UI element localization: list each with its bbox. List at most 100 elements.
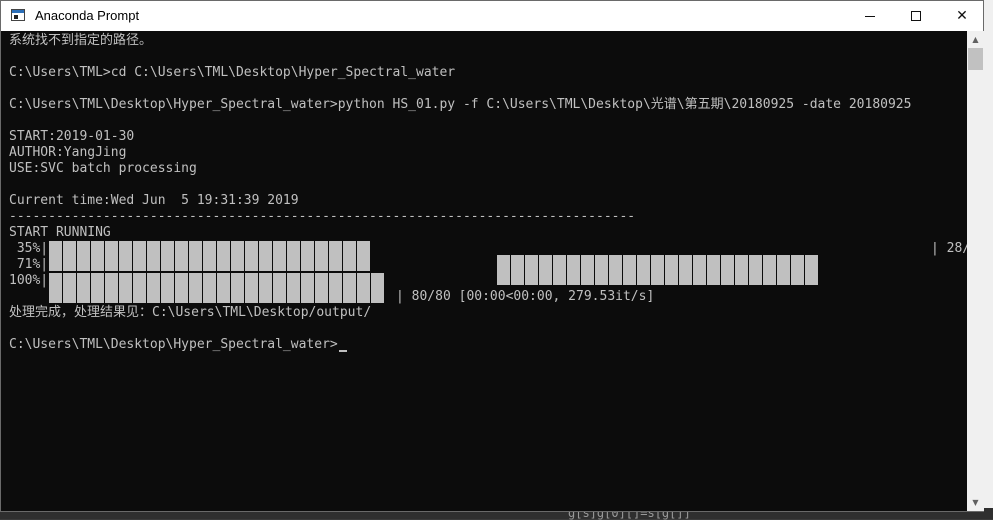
progress-count-28: | 28/ <box>931 241 967 256</box>
progress-label-100: 100%| <box>9 273 49 288</box>
progress-block <box>300 241 314 271</box>
minimize-button[interactable] <box>847 1 893 31</box>
progress-block <box>538 255 552 285</box>
console-line: START RUNNING <box>9 225 111 240</box>
progress-block <box>230 241 244 271</box>
progress-block <box>510 255 524 285</box>
console-line: Current time:Wed Jun 5 19:31:39 2019 <box>9 193 299 208</box>
console-line: USE:SVC batch processing <box>9 161 197 176</box>
progress-block <box>76 241 90 271</box>
progress-block <box>160 241 174 271</box>
progress-block <box>188 273 202 303</box>
progress-block <box>202 273 216 303</box>
console-line: 处理完成，处理结果见：C:\Users\TML\Desktop/output/ <box>9 305 372 320</box>
progress-bar-35 <box>48 241 370 271</box>
separator-line: ----------------------------------------… <box>9 209 636 224</box>
progress-block <box>776 255 790 285</box>
progress-block <box>748 255 762 285</box>
progress-block <box>692 255 706 285</box>
title-bar[interactable]: Anaconda Prompt ✕ <box>1 1 983 31</box>
console-line: 系统找不到指定的路径。 <box>9 33 153 48</box>
progress-block <box>202 241 216 271</box>
progress-block <box>356 273 370 303</box>
progress-bar-71 <box>496 255 818 285</box>
progress-block <box>62 273 76 303</box>
maximize-button[interactable] <box>893 1 939 31</box>
progress-block <box>132 273 146 303</box>
progress-label-71: 71%| <box>9 257 49 272</box>
prompt-line[interactable]: C:\Users\TML\Desktop\Hyper_Spectral_wate… <box>9 337 347 353</box>
progress-summary: | 80/80 [00:00<00:00, 279.53it/s] <box>396 289 655 304</box>
progress-block <box>678 255 692 285</box>
progress-block <box>188 241 202 271</box>
progress-block <box>314 273 328 303</box>
progress-block <box>272 273 286 303</box>
progress-block <box>286 273 300 303</box>
progress-block <box>720 255 734 285</box>
progress-block <box>804 255 818 285</box>
progress-block <box>160 273 174 303</box>
prompt-text: C:\Users\TML\Desktop\Hyper_Spectral_wate… <box>9 337 338 352</box>
progress-block <box>272 241 286 271</box>
scroll-down-arrow-icon[interactable]: ▼ <box>967 494 984 511</box>
progress-block <box>664 255 678 285</box>
progress-block <box>734 255 748 285</box>
progress-block <box>216 241 230 271</box>
progress-block <box>104 241 118 271</box>
progress-block <box>328 273 342 303</box>
maximize-icon <box>911 11 921 21</box>
vertical-scrollbar[interactable]: ▲ ▼ <box>967 31 984 511</box>
progress-block <box>524 255 538 285</box>
anaconda-prompt-window: Anaconda Prompt ✕ 系统找不到指定的路径。 C:\Users\T… <box>0 0 984 512</box>
progress-block <box>118 273 132 303</box>
progress-block <box>790 255 804 285</box>
progress-block <box>146 273 160 303</box>
progress-block <box>496 255 510 285</box>
progress-block <box>370 273 384 303</box>
console-output[interactable]: 系统找不到指定的路径。 C:\Users\TML>cd C:\Users\TML… <box>1 31 967 511</box>
progress-block <box>48 241 62 271</box>
progress-block <box>230 273 244 303</box>
progress-block <box>174 273 188 303</box>
progress-block <box>244 241 258 271</box>
scroll-up-arrow-icon[interactable]: ▲ <box>967 31 984 48</box>
progress-block <box>552 255 566 285</box>
console-line: C:\Users\TML>cd C:\Users\TML\Desktop\Hyp… <box>9 65 456 80</box>
progress-label-35: 35%| <box>9 241 49 256</box>
text-cursor <box>338 350 347 352</box>
progress-block <box>356 241 370 271</box>
progress-block <box>104 273 118 303</box>
desktop-background-right <box>984 0 993 519</box>
progress-block <box>342 273 356 303</box>
progress-block <box>342 241 356 271</box>
close-icon: ✕ <box>956 8 968 24</box>
progress-block <box>328 241 342 271</box>
progress-block <box>118 241 132 271</box>
progress-block <box>174 241 188 271</box>
window-title: Anaconda Prompt <box>35 8 140 23</box>
progress-block <box>76 273 90 303</box>
console-line: START:2019-01-30 <box>9 129 135 144</box>
progress-block <box>286 241 300 271</box>
progress-block <box>622 255 636 285</box>
progress-block <box>762 255 776 285</box>
console-icon[interactable] <box>11 9 25 21</box>
progress-bar-100 <box>48 273 384 303</box>
progress-block <box>216 273 230 303</box>
close-button[interactable]: ✕ <box>939 1 985 31</box>
progress-block <box>48 273 62 303</box>
minimize-icon <box>865 15 875 17</box>
progress-block <box>146 241 160 271</box>
progress-block <box>258 241 272 271</box>
progress-block <box>258 273 272 303</box>
progress-block <box>580 255 594 285</box>
progress-block <box>314 241 328 271</box>
progress-block <box>62 241 76 271</box>
scroll-thumb[interactable] <box>968 48 983 70</box>
progress-block <box>300 273 314 303</box>
progress-block <box>244 273 258 303</box>
console-line: C:\Users\TML\Desktop\Hyper_Spectral_wate… <box>9 97 912 112</box>
progress-block <box>90 241 104 271</box>
console-line: AUTHOR:YangJing <box>9 145 127 160</box>
progress-block <box>650 255 664 285</box>
